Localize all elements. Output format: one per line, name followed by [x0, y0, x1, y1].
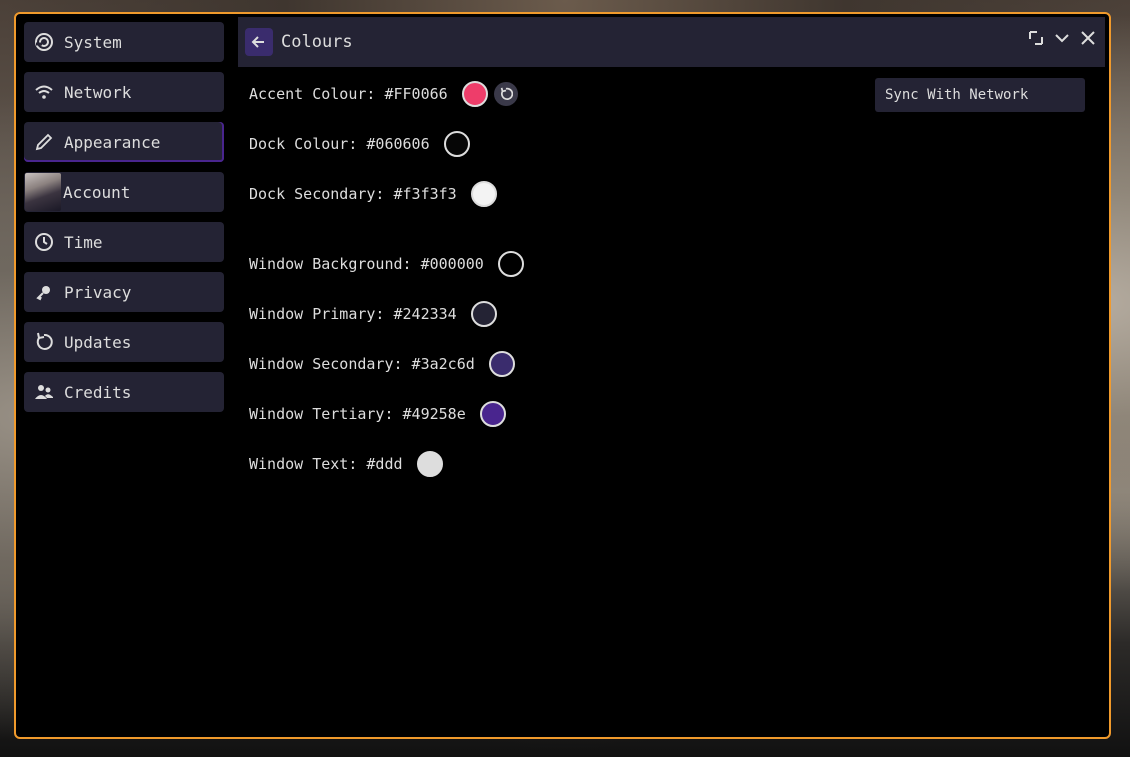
accent-colour-label: Accent Colour: #FF0066: [249, 85, 448, 103]
window-text-label: Window Text: #ddd: [249, 455, 403, 473]
settings-window: System Network Appearance Account Time P…: [14, 12, 1111, 739]
sync-with-network-button[interactable]: Sync With Network: [875, 78, 1085, 112]
avatar: [25, 173, 61, 211]
window-secondary-swatch[interactable]: [488, 351, 515, 377]
window-tertiary-row: Window Tertiary: #49258e: [249, 399, 506, 429]
people-icon: [34, 382, 54, 402]
window-primary-swatch[interactable]: [470, 301, 497, 327]
window-text-row: Window Text: #ddd: [249, 449, 443, 479]
dock-colour-row: Dock Colour: #060606: [249, 129, 470, 159]
sidebar-item-system[interactable]: System: [24, 22, 224, 62]
window-tertiary-label: Window Tertiary: #49258e: [249, 405, 466, 423]
close-button[interactable]: [1079, 29, 1097, 47]
back-button[interactable]: [245, 28, 273, 56]
page-title: Colours: [281, 32, 353, 52]
reset-accent-button[interactable]: [493, 82, 518, 106]
resize-button[interactable]: [1027, 29, 1045, 47]
sidebar-item-account[interactable]: Account: [24, 172, 224, 212]
sidebar-item-network[interactable]: Network: [24, 72, 224, 112]
title-bar: Colours: [238, 17, 1105, 67]
sidebar: System Network Appearance Account Time P…: [24, 22, 224, 422]
close-icon: [1081, 31, 1095, 45]
sidebar-item-privacy[interactable]: Privacy: [24, 272, 224, 312]
sidebar-item-label: System: [64, 32, 122, 52]
window-controls: [1027, 29, 1097, 47]
sidebar-item-updates[interactable]: Updates: [24, 322, 224, 362]
sidebar-item-credits[interactable]: Credits: [24, 372, 224, 412]
chevron-down-icon: [1055, 34, 1069, 43]
sidebar-item-label: Account: [63, 182, 131, 202]
pencil-icon: [34, 132, 54, 152]
sidebar-item-label: Updates: [64, 332, 132, 352]
window-primary-label: Window Primary: #242334: [249, 305, 457, 323]
window-text-swatch[interactable]: [416, 451, 443, 477]
dock-colour-label: Dock Colour: #060606: [249, 135, 430, 153]
window-secondary-row: Window Secondary: #3a2c6d: [249, 349, 515, 379]
clock-icon: [34, 232, 54, 252]
window-background-swatch[interactable]: [497, 251, 524, 277]
window-primary-row: Window Primary: #242334: [249, 299, 497, 329]
minimize-button[interactable]: [1053, 29, 1071, 47]
dock-secondary-swatch[interactable]: [470, 181, 497, 207]
wifi-icon: [34, 82, 54, 102]
key-icon: [34, 282, 54, 302]
reset-icon: [500, 87, 513, 100]
dock-secondary-row: Dock Secondary: #f3f3f3: [249, 179, 497, 209]
sidebar-item-label: Time: [64, 232, 103, 252]
dock-secondary-label: Dock Secondary: #f3f3f3: [249, 185, 457, 203]
window-background-label: Window Background: #000000: [249, 255, 484, 273]
sidebar-item-label: Credits: [64, 382, 132, 402]
refresh-icon: [34, 332, 54, 352]
sidebar-item-label: Appearance: [64, 132, 161, 152]
dock-colour-swatch[interactable]: [443, 131, 470, 157]
window-background-row: Window Background: #000000: [249, 249, 524, 279]
window-secondary-label: Window Secondary: #3a2c6d: [249, 355, 475, 373]
window-tertiary-swatch[interactable]: [479, 401, 506, 427]
arrow-left-icon: [251, 36, 264, 48]
accent-colour-row: Accent Colour: #FF0066: [249, 79, 518, 109]
resize-icon: [1029, 31, 1043, 45]
sidebar-item-time[interactable]: Time: [24, 222, 224, 262]
sidebar-item-label: Privacy: [64, 282, 132, 302]
sidebar-item-appearance[interactable]: Appearance: [24, 122, 224, 162]
system-icon: [34, 32, 54, 52]
sidebar-item-label: Network: [64, 82, 132, 102]
accent-colour-swatch[interactable]: [461, 81, 488, 107]
